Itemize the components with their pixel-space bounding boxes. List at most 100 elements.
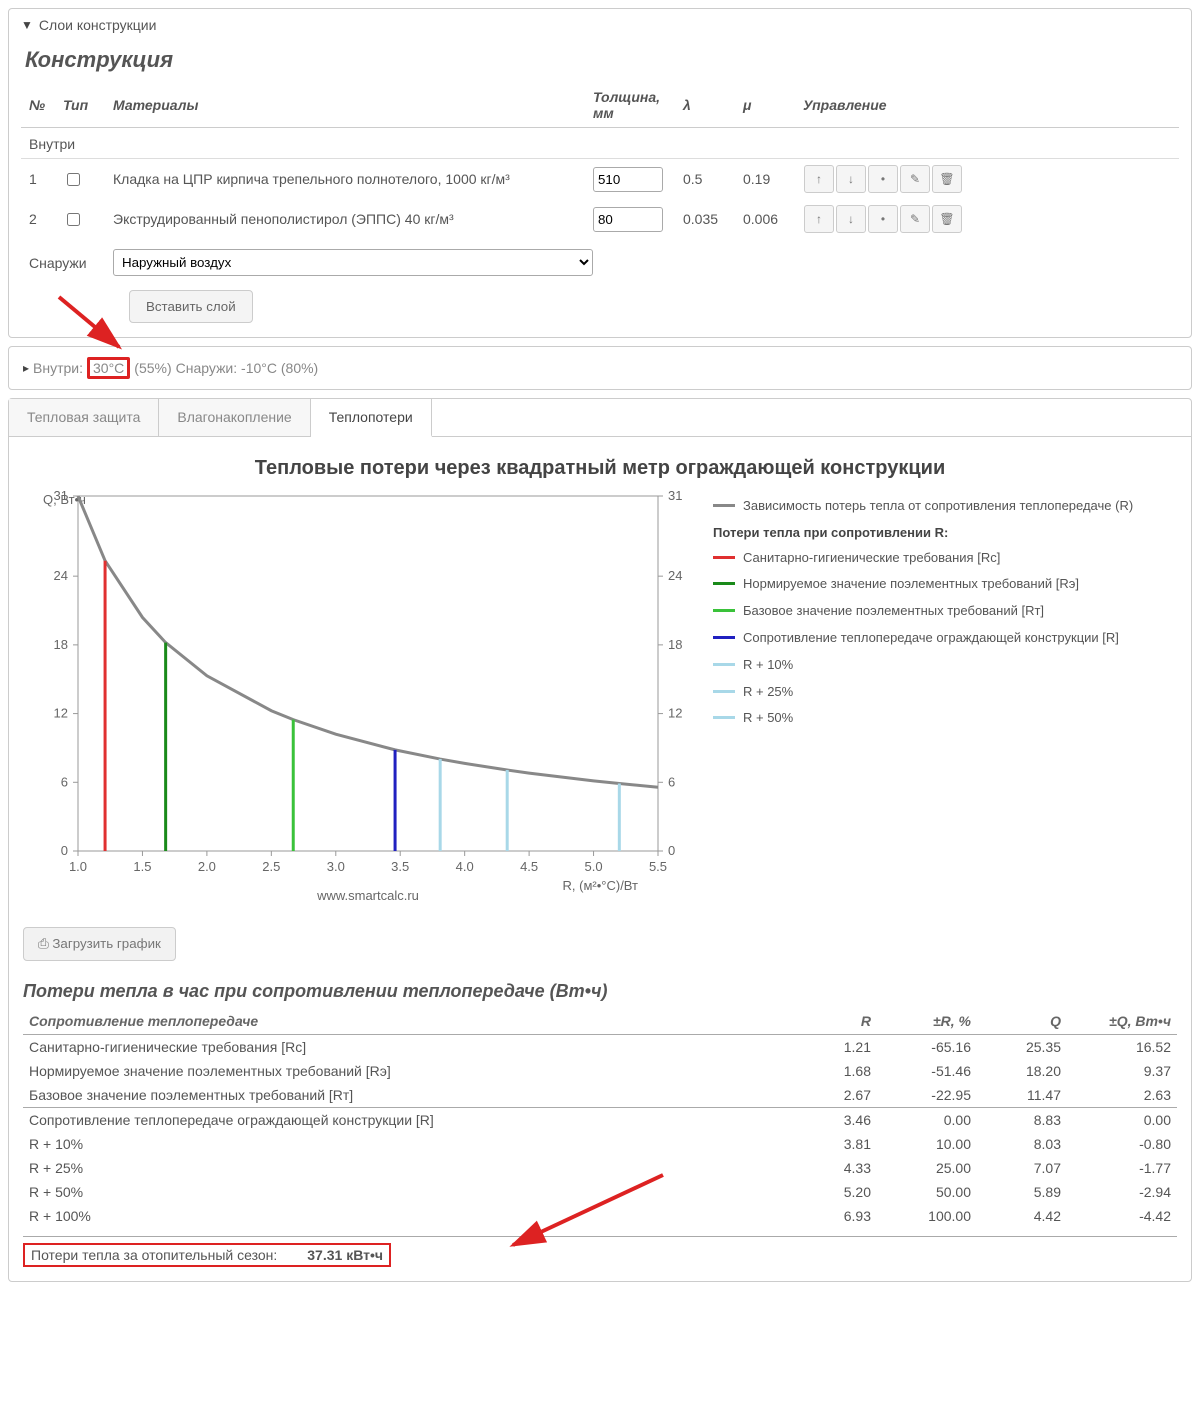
svg-text:R, (м²•°C)/Вт: R, (м²•°C)/Вт [563, 878, 639, 893]
layers-panel: ▼ Слои конструкции Конструкция № Тип Мат… [8, 8, 1192, 338]
tab-heat-loss[interactable]: Теплопотери [311, 399, 432, 437]
col-mu: μ [735, 83, 795, 128]
layer-material: Кладка на ЦПР кирпича трепельного полнот… [105, 159, 585, 200]
loss-row: Сопротивление теплопередаче ограждающей … [23, 1108, 1177, 1133]
loss-R: 4.33 [797, 1156, 877, 1180]
svg-text:0: 0 [61, 843, 68, 858]
svg-text:12: 12 [54, 706, 68, 721]
legend-swatch [713, 663, 735, 666]
dot-button[interactable]: • [868, 165, 898, 193]
col-lambda: λ [675, 83, 735, 128]
chart-area: 061218243106121824311.01.52.02.53.03.54.… [23, 486, 703, 909]
download-icon: ⎙ [38, 936, 49, 951]
layers-table: № Тип Материалы Толщина, мм λ μ Управлен… [21, 83, 1179, 239]
svg-text:4.0: 4.0 [456, 859, 474, 874]
move-down-button[interactable]: ↓ [836, 165, 866, 193]
tab-thermal-protection[interactable]: Тепловая защита [9, 399, 159, 436]
layer-num: 1 [21, 159, 55, 200]
loss-dR: -65.16 [877, 1035, 977, 1060]
svg-text:0: 0 [668, 843, 675, 858]
layers-panel-header[interactable]: ▼ Слои конструкции [9, 9, 1191, 41]
svg-text:www.smartcalc.ru: www.smartcalc.ru [316, 888, 419, 903]
loss-section-title: Потери тепла в час при сопротивлении теп… [23, 981, 1177, 1002]
outside-label: Снаружи [21, 255, 113, 271]
legend-item: R + 50% [713, 708, 1133, 729]
svg-text:3.0: 3.0 [327, 859, 345, 874]
legend-label: R + 50% [743, 708, 793, 729]
thickness-input[interactable] [593, 167, 663, 192]
layer-checkbox[interactable] [67, 173, 80, 186]
conditions-panel[interactable]: ▸ Внутри: 30°C (55%) Снаружи: -10°C (80%… [8, 346, 1192, 390]
col-thickness: Толщина, мм [585, 83, 675, 128]
loss-Q: 8.03 [977, 1132, 1067, 1156]
legend-item: Нормируемое значение поэлементных требов… [713, 574, 1133, 595]
svg-text:6: 6 [61, 774, 68, 789]
edit-button[interactable]: ✎ [900, 205, 930, 233]
svg-text:2.0: 2.0 [198, 859, 216, 874]
legend-swatch [713, 690, 735, 693]
move-up-button[interactable]: ↑ [804, 165, 834, 193]
insert-layer-button[interactable]: Вставить слой [129, 290, 253, 323]
loss-dR: 0.00 [877, 1108, 977, 1133]
loss-row: Базовое значение поэлементных требований… [23, 1083, 1177, 1108]
legend: Зависимость потерь тепла от сопротивлени… [713, 486, 1133, 909]
loss-R: 2.67 [797, 1083, 877, 1108]
col-num: № [21, 83, 55, 128]
svg-text:31: 31 [668, 488, 682, 503]
loss-R: 6.93 [797, 1204, 877, 1228]
svg-text:1.0: 1.0 [69, 859, 87, 874]
svg-text:18: 18 [668, 637, 682, 652]
loss-label: R + 50% [23, 1180, 797, 1204]
svg-text:24: 24 [54, 568, 68, 583]
construction-title: Конструкция [25, 47, 1175, 73]
legend-item: Базовое значение поэлементных требований… [713, 601, 1133, 622]
loss-dR: 50.00 [877, 1180, 977, 1204]
layer-material: Экструдированный пенополистирол (ЭППС) 4… [105, 199, 585, 239]
caret-down-icon: ▼ [21, 18, 33, 32]
loss-col-R: R [797, 1008, 877, 1035]
loss-R: 1.21 [797, 1035, 877, 1060]
loss-dQ: -0.80 [1067, 1132, 1177, 1156]
layer-mu: 0.19 [735, 159, 795, 200]
inside-temp-highlight: 30°C [87, 357, 130, 379]
loss-col-dR: ±R, % [877, 1008, 977, 1035]
season-highlight: Потери тепла за отопительный сезон: 37.3… [23, 1243, 391, 1267]
edit-button[interactable]: ✎ [900, 165, 930, 193]
loss-dQ: -1.77 [1067, 1156, 1177, 1180]
svg-text:18: 18 [54, 637, 68, 652]
loss-R: 5.20 [797, 1180, 877, 1204]
legend-item: R + 10% [713, 655, 1133, 676]
layer-checkbox[interactable] [67, 213, 80, 226]
outside-select[interactable]: Наружный воздух [113, 249, 593, 276]
legend-label: R + 10% [743, 655, 793, 676]
legend-item: Сопротивление теплопередаче ограждающей … [713, 628, 1133, 649]
layer-row: 1 Кладка на ЦПР кирпича трепельного полно… [21, 159, 1179, 200]
loss-dQ: -4.42 [1067, 1204, 1177, 1228]
delete-button[interactable]: 🗑 [932, 165, 962, 193]
layer-num: 2 [21, 199, 55, 239]
inside-humidity: (55%) [134, 360, 171, 376]
loss-table: Сопротивление теплопередаче R ±R, % Q ±Q… [23, 1008, 1177, 1228]
legend-item: Санитарно-гигиенические требования [Rс] [713, 548, 1133, 569]
legend-swatch [713, 636, 735, 639]
delete-button[interactable]: 🗑 [932, 205, 962, 233]
loss-dR: -51.46 [877, 1059, 977, 1083]
move-up-button[interactable]: ↑ [804, 205, 834, 233]
svg-text:6: 6 [668, 774, 675, 789]
tab-moisture[interactable]: Влагонакопление [159, 399, 310, 436]
thickness-input[interactable] [593, 207, 663, 232]
layer-lambda: 0.5 [675, 159, 735, 200]
loss-label: R + 100% [23, 1204, 797, 1228]
loss-label: Нормируемое значение поэлементных требов… [23, 1059, 797, 1083]
layer-mu: 0.006 [735, 199, 795, 239]
loss-Q: 11.47 [977, 1083, 1067, 1108]
download-chart-button[interactable]: ⎙ Загрузить график [23, 927, 176, 961]
legend-label: Зависимость потерь тепла от сопротивлени… [743, 496, 1133, 517]
loss-dR: -22.95 [877, 1083, 977, 1108]
loss-dQ: 16.52 [1067, 1035, 1177, 1060]
season-line: Потери тепла за отопительный сезон: 37.3… [23, 1236, 1177, 1267]
layer-lambda: 0.035 [675, 199, 735, 239]
move-down-button[interactable]: ↓ [836, 205, 866, 233]
loss-label: R + 25% [23, 1156, 797, 1180]
dot-button[interactable]: • [868, 205, 898, 233]
